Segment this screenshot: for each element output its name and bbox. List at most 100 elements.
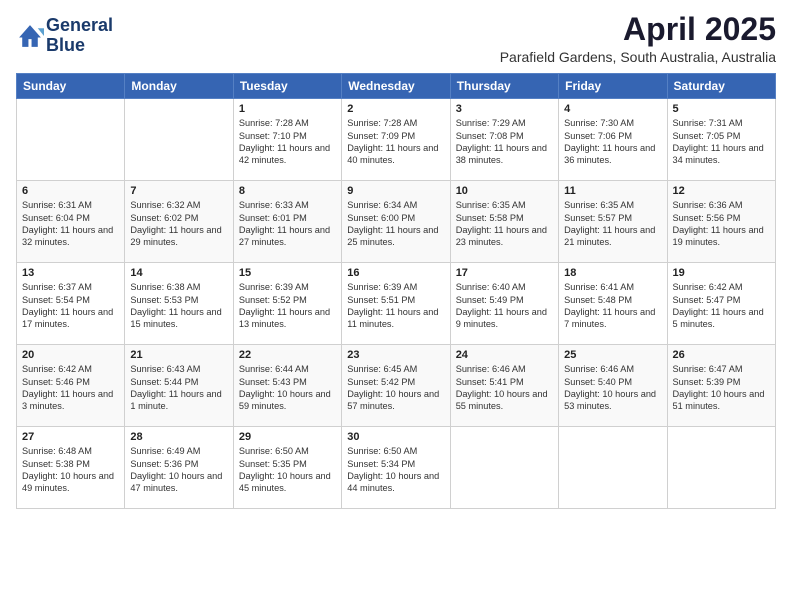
day-number: 22	[239, 349, 336, 361]
weekday-header-saturday: Saturday	[667, 74, 775, 99]
calendar-cell	[17, 99, 125, 181]
cell-details: Sunrise: 6:42 AM Sunset: 5:47 PM Dayligh…	[673, 281, 770, 331]
day-number: 8	[239, 185, 336, 197]
cell-details: Sunrise: 6:48 AM Sunset: 5:38 PM Dayligh…	[22, 445, 119, 495]
cell-details: Sunrise: 7:31 AM Sunset: 7:05 PM Dayligh…	[673, 117, 770, 167]
calendar-cell: 7Sunrise: 6:32 AM Sunset: 6:02 PM Daylig…	[125, 181, 233, 263]
calendar-cell: 2Sunrise: 7:28 AM Sunset: 7:09 PM Daylig…	[342, 99, 450, 181]
calendar-cell	[667, 427, 775, 509]
cell-details: Sunrise: 7:28 AM Sunset: 7:10 PM Dayligh…	[239, 117, 336, 167]
calendar-header-row: SundayMondayTuesdayWednesdayThursdayFrid…	[17, 74, 776, 99]
cell-details: Sunrise: 6:40 AM Sunset: 5:49 PM Dayligh…	[456, 281, 553, 331]
day-number: 6	[22, 185, 119, 197]
calendar-week-3: 13Sunrise: 6:37 AM Sunset: 5:54 PM Dayli…	[17, 263, 776, 345]
weekday-header-tuesday: Tuesday	[233, 74, 341, 99]
cell-details: Sunrise: 6:33 AM Sunset: 6:01 PM Dayligh…	[239, 199, 336, 249]
calendar-cell: 10Sunrise: 6:35 AM Sunset: 5:58 PM Dayli…	[450, 181, 558, 263]
calendar-cell: 16 Sunrise: 6:39 AM Sunset: 5:51 PM Dayli…	[342, 263, 450, 345]
cell-details: Sunrise: 6:50 AM Sunset: 5:34 PM Dayligh…	[347, 445, 444, 495]
calendar-week-2: 6 Sunrise: 6:31 AM Sunset: 6:04 PM Daylig…	[17, 181, 776, 263]
day-number: 12	[673, 185, 770, 197]
cell-details: Sunrise: 7:29 AM Sunset: 7:08 PM Dayligh…	[456, 117, 553, 167]
day-number: 19	[673, 267, 770, 279]
day-number: 11	[564, 185, 661, 197]
calendar-cell: 9 Sunrise: 6:34 AM Sunset: 6:00 PM Daylig…	[342, 181, 450, 263]
cell-details: Sunrise: 7:28 AM Sunset: 7:09 PM Dayligh…	[347, 117, 444, 167]
header: General Blue April 2025 Parafield Garden…	[16, 12, 776, 65]
cell-details: Sunrise: 6:42 AM Sunset: 5:46 PM Dayligh…	[22, 363, 119, 413]
logo-line1: General	[46, 16, 113, 36]
month-title: April 2025	[500, 12, 776, 47]
calendar-cell: 26 Sunrise: 6:47 AM Sunset: 5:39 PM Dayli…	[667, 345, 775, 427]
title-block: April 2025 Parafield Gardens, South Aust…	[500, 12, 776, 65]
day-number: 7	[130, 185, 227, 197]
calendar-week-5: 27 Sunrise: 6:48 AM Sunset: 5:38 PM Dayli…	[17, 427, 776, 509]
day-number: 30	[347, 431, 444, 443]
calendar-cell: 23Sunrise: 6:45 AM Sunset: 5:42 PM Dayli…	[342, 345, 450, 427]
calendar-cell: 25 Sunrise: 6:46 AM Sunset: 5:40 PM Dayli…	[559, 345, 667, 427]
day-number: 1	[239, 103, 336, 115]
cell-details: Sunrise: 6:49 AM Sunset: 5:36 PM Dayligh…	[130, 445, 227, 495]
calendar-cell: 19 Sunrise: 6:42 AM Sunset: 5:47 PM Dayli…	[667, 263, 775, 345]
day-number: 27	[22, 431, 119, 443]
calendar-cell	[125, 99, 233, 181]
day-number: 16	[347, 267, 444, 279]
calendar-cell: 20 Sunrise: 6:42 AM Sunset: 5:46 PM Dayli…	[17, 345, 125, 427]
cell-details: Sunrise: 6:47 AM Sunset: 5:39 PM Dayligh…	[673, 363, 770, 413]
cell-details: Sunrise: 6:50 AM Sunset: 5:35 PM Dayligh…	[239, 445, 336, 495]
day-number: 17	[456, 267, 553, 279]
logo-line2: Blue	[46, 36, 113, 56]
calendar-cell: 27 Sunrise: 6:48 AM Sunset: 5:38 PM Dayli…	[17, 427, 125, 509]
cell-details: Sunrise: 6:34 AM Sunset: 6:00 PM Dayligh…	[347, 199, 444, 249]
calendar-cell: 18 Sunrise: 6:41 AM Sunset: 5:48 PM Dayli…	[559, 263, 667, 345]
day-number: 9	[347, 185, 444, 197]
calendar-cell: 6 Sunrise: 6:31 AM Sunset: 6:04 PM Daylig…	[17, 181, 125, 263]
cell-details: Sunrise: 6:46 AM Sunset: 5:41 PM Dayligh…	[456, 363, 553, 413]
calendar-week-4: 20 Sunrise: 6:42 AM Sunset: 5:46 PM Dayli…	[17, 345, 776, 427]
cell-details: Sunrise: 6:41 AM Sunset: 5:48 PM Dayligh…	[564, 281, 661, 331]
cell-details: Sunrise: 6:44 AM Sunset: 5:43 PM Dayligh…	[239, 363, 336, 413]
calendar-cell: 3Sunrise: 7:29 AM Sunset: 7:08 PM Daylig…	[450, 99, 558, 181]
calendar-cell: 22 Sunrise: 6:44 AM Sunset: 5:43 PM Dayli…	[233, 345, 341, 427]
calendar-cell: 4Sunrise: 7:30 AM Sunset: 7:06 PM Daylig…	[559, 99, 667, 181]
cell-details: Sunrise: 6:31 AM Sunset: 6:04 PM Dayligh…	[22, 199, 119, 249]
day-number: 28	[130, 431, 227, 443]
weekday-header-sunday: Sunday	[17, 74, 125, 99]
calendar-cell: 17 Sunrise: 6:40 AM Sunset: 5:49 PM Dayli…	[450, 263, 558, 345]
day-number: 29	[239, 431, 336, 443]
calendar-cell: 8 Sunrise: 6:33 AM Sunset: 6:01 PM Daylig…	[233, 181, 341, 263]
calendar-cell: 13Sunrise: 6:37 AM Sunset: 5:54 PM Dayli…	[17, 263, 125, 345]
day-number: 18	[564, 267, 661, 279]
day-number: 10	[456, 185, 553, 197]
day-number: 20	[22, 349, 119, 361]
cell-details: Sunrise: 6:39 AM Sunset: 5:51 PM Dayligh…	[347, 281, 444, 331]
calendar-table: SundayMondayTuesdayWednesdayThursdayFrid…	[16, 73, 776, 509]
calendar-cell: 12Sunrise: 6:36 AM Sunset: 5:56 PM Dayli…	[667, 181, 775, 263]
calendar-cell: 30 Sunrise: 6:50 AM Sunset: 5:34 PM Dayli…	[342, 427, 450, 509]
day-number: 4	[564, 103, 661, 115]
cell-details: Sunrise: 6:46 AM Sunset: 5:40 PM Dayligh…	[564, 363, 661, 413]
cell-details: Sunrise: 6:39 AM Sunset: 5:52 PM Dayligh…	[239, 281, 336, 331]
weekday-header-monday: Monday	[125, 74, 233, 99]
cell-details: Sunrise: 6:43 AM Sunset: 5:44 PM Dayligh…	[130, 363, 227, 413]
calendar-cell: 29 Sunrise: 6:50 AM Sunset: 5:35 PM Dayli…	[233, 427, 341, 509]
cell-details: Sunrise: 6:45 AM Sunset: 5:42 PM Dayligh…	[347, 363, 444, 413]
calendar-cell: 24Sunrise: 6:46 AM Sunset: 5:41 PM Dayli…	[450, 345, 558, 427]
logo-icon	[16, 22, 44, 50]
day-number: 25	[564, 349, 661, 361]
logo-text: General Blue	[46, 16, 113, 56]
calendar-week-1: 1 Sunrise: 7:28 AM Sunset: 7:10 PM Daylig…	[17, 99, 776, 181]
location-title: Parafield Gardens, South Australia, Aust…	[500, 49, 776, 65]
calendar-cell	[450, 427, 558, 509]
day-number: 14	[130, 267, 227, 279]
weekday-header-wednesday: Wednesday	[342, 74, 450, 99]
calendar-cell: 15Sunrise: 6:39 AM Sunset: 5:52 PM Dayli…	[233, 263, 341, 345]
page: General Blue April 2025 Parafield Garden…	[0, 0, 792, 612]
calendar-cell: 1 Sunrise: 7:28 AM Sunset: 7:10 PM Daylig…	[233, 99, 341, 181]
logo: General Blue	[16, 16, 113, 56]
day-number: 26	[673, 349, 770, 361]
weekday-header-friday: Friday	[559, 74, 667, 99]
cell-details: Sunrise: 6:35 AM Sunset: 5:57 PM Dayligh…	[564, 199, 661, 249]
calendar-cell: 14Sunrise: 6:38 AM Sunset: 5:53 PM Dayli…	[125, 263, 233, 345]
day-number: 21	[130, 349, 227, 361]
